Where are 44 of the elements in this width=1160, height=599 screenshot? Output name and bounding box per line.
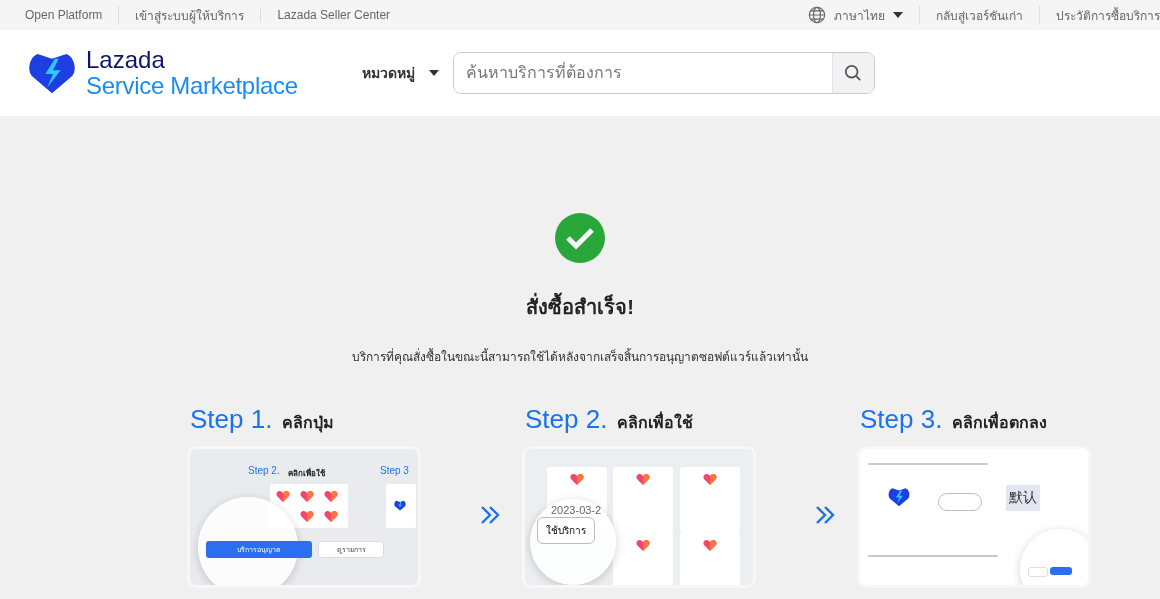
step-label: คลิกปุ่ม — [282, 413, 335, 435]
preview-heading: Step 2. — [248, 465, 280, 476]
date-text: 2023-03-2 — [551, 504, 602, 516]
heart-icon — [324, 510, 338, 523]
success-title: สั่งซื้อสำเร็จ! — [526, 291, 634, 323]
search-field[interactable]: ค้นหาบริการที่ต้องการ — [452, 52, 875, 94]
logo-title: Lazada — [86, 47, 166, 73]
heart-icon — [570, 473, 584, 486]
mini-screen — [386, 484, 416, 528]
heart-icon — [324, 490, 338, 503]
top-link[interactable]: กลับสู่เวอร์ชันเก่า — [919, 5, 1039, 25]
top-link[interactable]: เข้าสู่ระบบผู้ให้บริการ — [118, 5, 261, 25]
preview-label: คลิกเพื่อใช้ — [288, 467, 325, 480]
heart-icon — [703, 473, 717, 486]
logo-icon — [28, 51, 76, 95]
heart-icon — [636, 473, 650, 486]
step-label: คลิกเพื่อใช้ — [617, 410, 694, 435]
search-icon — [844, 64, 863, 82]
default-badge: 默认 — [1006, 485, 1040, 511]
top-link[interactable]: Lazada Seller Center — [260, 8, 407, 22]
heart-icon — [703, 539, 717, 552]
logo-subtitle: Service Marketplace — [86, 73, 298, 99]
step-label: คลิกเพื่อตกลง — [952, 410, 1048, 435]
step-number: Step 1. — [190, 404, 273, 435]
caret-icon — [428, 70, 439, 76]
step-number: Step 3. — [860, 404, 943, 435]
heart-icon — [276, 490, 290, 503]
caret-icon — [893, 12, 903, 18]
heart-icon — [300, 510, 314, 523]
success-check-icon — [555, 213, 605, 263]
category-dropdown[interactable]: หมวดหมู่ — [361, 62, 439, 84]
heart-icon — [300, 490, 314, 503]
heart-icon — [636, 539, 650, 552]
logo-icon — [394, 500, 406, 511]
globe-icon — [808, 6, 826, 24]
step-number: Step 2. — [525, 404, 608, 435]
success-message: บริการที่คุณสั่งซื้อในขณะนี้สามารถใช้ได้หลังจากเสร็จสิ้นการอนุญาตซอฟต์แวร์แล้วเท่านั้น — [352, 347, 808, 366]
language-selector[interactable]: ภาษาไทย — [834, 5, 885, 25]
preview-heading: Step 3 — [380, 465, 409, 476]
top-link[interactable]: Open Platform — [25, 8, 119, 22]
logo-icon — [888, 487, 910, 507]
top-link[interactable]: ประวัติการซื้อบริการ — [1039, 5, 1160, 25]
search-button[interactable] — [831, 53, 874, 93]
use-service-button[interactable]: ใช้บริการ — [537, 517, 595, 544]
